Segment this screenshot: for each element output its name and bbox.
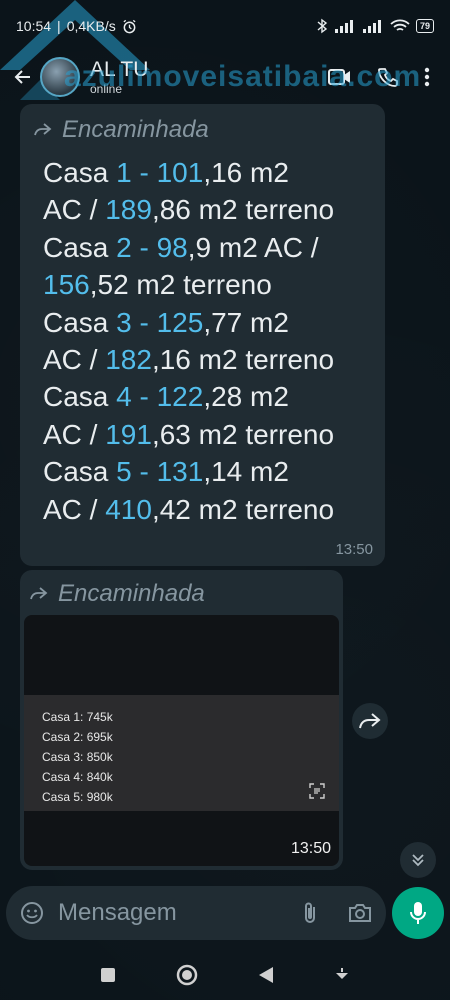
signal-icon <box>334 20 353 33</box>
message-input[interactable]: Mensagem <box>58 899 177 927</box>
message-text-segment: Casa <box>43 381 117 413</box>
message-text-segment: AC / <box>43 493 106 525</box>
back-arrow-icon <box>14 70 30 84</box>
alarm-icon <box>123 19 136 33</box>
highlighted-number[interactable]: 182 <box>105 344 152 375</box>
camera-icon[interactable] <box>348 903 372 923</box>
network-speed: 0,4KB/s <box>66 18 116 34</box>
emoji-icon[interactable] <box>20 901 44 925</box>
system-nav-bar <box>0 950 450 1000</box>
back-button[interactable] <box>8 62 38 92</box>
message-text-segment: Casa <box>43 157 117 188</box>
highlighted-number[interactable]: 5 - 131 <box>116 456 203 487</box>
highlighted-number[interactable]: 1 - 101 <box>116 157 203 188</box>
message-text-segment: ,77 m2 <box>203 306 289 338</box>
home-icon[interactable] <box>176 964 198 986</box>
price-list: Casa 1: 745k Casa 2: 695k Casa 3: 850k Casa… <box>42 707 113 807</box>
forwarded-text: Encaminhada <box>58 580 205 607</box>
message-line: Casa 3 - 125,77 m2 <box>43 304 373 341</box>
message-text-segment: ,42 m2 terreno <box>151 493 335 525</box>
text-scan-icon[interactable] <box>309 783 325 799</box>
message-line: 156,52 m2 terreno <box>43 266 373 303</box>
message-text-segment: ,16 m2 terreno <box>151 344 335 376</box>
message-line: Casa 2 - 98,9 m2 AC / <box>43 229 373 266</box>
wifi-icon <box>390 19 410 31</box>
double-chevron-down-icon <box>412 854 424 867</box>
status-time: 10:54 <box>16 18 52 34</box>
message-text-segment: ,16 m2 <box>203 157 289 188</box>
attach-icon[interactable] <box>302 901 318 925</box>
forward-icon <box>30 587 48 600</box>
message-bubble-image[interactable]: Encaminhada Casa 1: 745k Casa 2: 695k Casa… <box>20 570 343 870</box>
forward-icon <box>359 713 381 729</box>
status-bar: 10:54 | 0,4KB/s 79 <box>0 0 450 52</box>
forwarded-text: Encaminhada <box>62 116 209 143</box>
message-text-segment: AC / <box>43 418 106 450</box>
message-text-segment: ,63 m2 terreno <box>151 418 335 450</box>
image-attachment[interactable]: Casa 1: 745k Casa 2: 695k Casa 3: 850k Casa… <box>24 615 339 866</box>
message-line: Casa 5 - 131,14 m2 <box>43 453 373 490</box>
message-line: AC / 410,42 m2 terreno <box>43 491 373 528</box>
highlighted-number[interactable]: 189 <box>105 194 152 225</box>
recent-apps-icon[interactable] <box>100 967 116 983</box>
message-text-segment: AC / <box>43 344 106 376</box>
message-text-segment: AC / <box>43 194 106 226</box>
message-line: Casa 4 - 122,28 m2 <box>43 378 373 415</box>
image-content: Casa 1: 745k Casa 2: 695k Casa 3: 850k Casa… <box>24 695 339 811</box>
forwarded-label: Encaminhada <box>32 116 373 144</box>
highlighted-number[interactable]: 4 - 122 <box>116 381 203 412</box>
battery-indicator: 79 <box>415 19 434 33</box>
message-text-segment: Casa <box>43 306 117 338</box>
price-line: Casa 5: 980k <box>42 790 113 804</box>
message-line: AC / 182,16 m2 terreno <box>43 341 373 378</box>
highlighted-number[interactable]: 156 <box>43 269 90 300</box>
forward-button[interactable] <box>352 703 388 739</box>
message-composer[interactable]: Mensagem <box>6 886 386 940</box>
message-text-segment: ,86 m2 terreno <box>151 194 335 226</box>
message-time: 13:50 <box>335 541 373 558</box>
message-text-segment: ,28 m2 <box>203 381 289 413</box>
message-text-segment: ,14 m2 <box>203 456 289 488</box>
bluetooth-icon <box>317 18 328 34</box>
forward-icon <box>34 123 52 136</box>
nav-dropdown-icon[interactable] <box>334 967 350 983</box>
message-bubble-text[interactable]: Encaminhada Casa 1 - 101,16 m2 AC / 189,8… <box>20 104 385 566</box>
message-text: Casa 1 - 101,16 m2 AC / 189,86 m2 terreno… <box>32 154 373 528</box>
message-line: AC / 189,86 m2 terreno <box>43 191 373 228</box>
highlighted-number[interactable]: 191 <box>105 419 152 450</box>
signal-icon-2 <box>362 20 381 33</box>
message-text-segment: Casa <box>43 231 117 263</box>
highlighted-number[interactable]: 2 - 98 <box>116 232 188 263</box>
forwarded-label: Encaminhada <box>24 576 339 608</box>
price-line: Casa 4: 840k <box>42 770 113 784</box>
message-text-segment: ,9 m2 AC / <box>187 231 319 263</box>
voice-message-button[interactable] <box>392 887 444 939</box>
price-line: Casa 2: 695k <box>42 730 113 744</box>
price-line: Casa 1: 745k <box>42 710 113 724</box>
watermark-text: azulimoveisatibaia.com <box>64 60 422 93</box>
highlighted-number[interactable]: 410 <box>105 494 152 525</box>
microphone-icon <box>410 902 426 924</box>
message-line: AC / 191,63 m2 terreno <box>43 416 373 453</box>
message-text-segment: Casa <box>43 456 117 488</box>
message-time: 13:50 <box>290 840 331 857</box>
message-line: Casa 1 - 101,16 m2 <box>43 154 373 191</box>
scroll-to-bottom-button[interactable] <box>400 842 436 878</box>
message-text-segment: ,52 m2 terreno <box>89 269 272 301</box>
price-line: Casa 3: 850k <box>42 750 113 764</box>
highlighted-number[interactable]: 3 - 125 <box>116 307 203 338</box>
back-nav-icon[interactable] <box>258 966 274 984</box>
